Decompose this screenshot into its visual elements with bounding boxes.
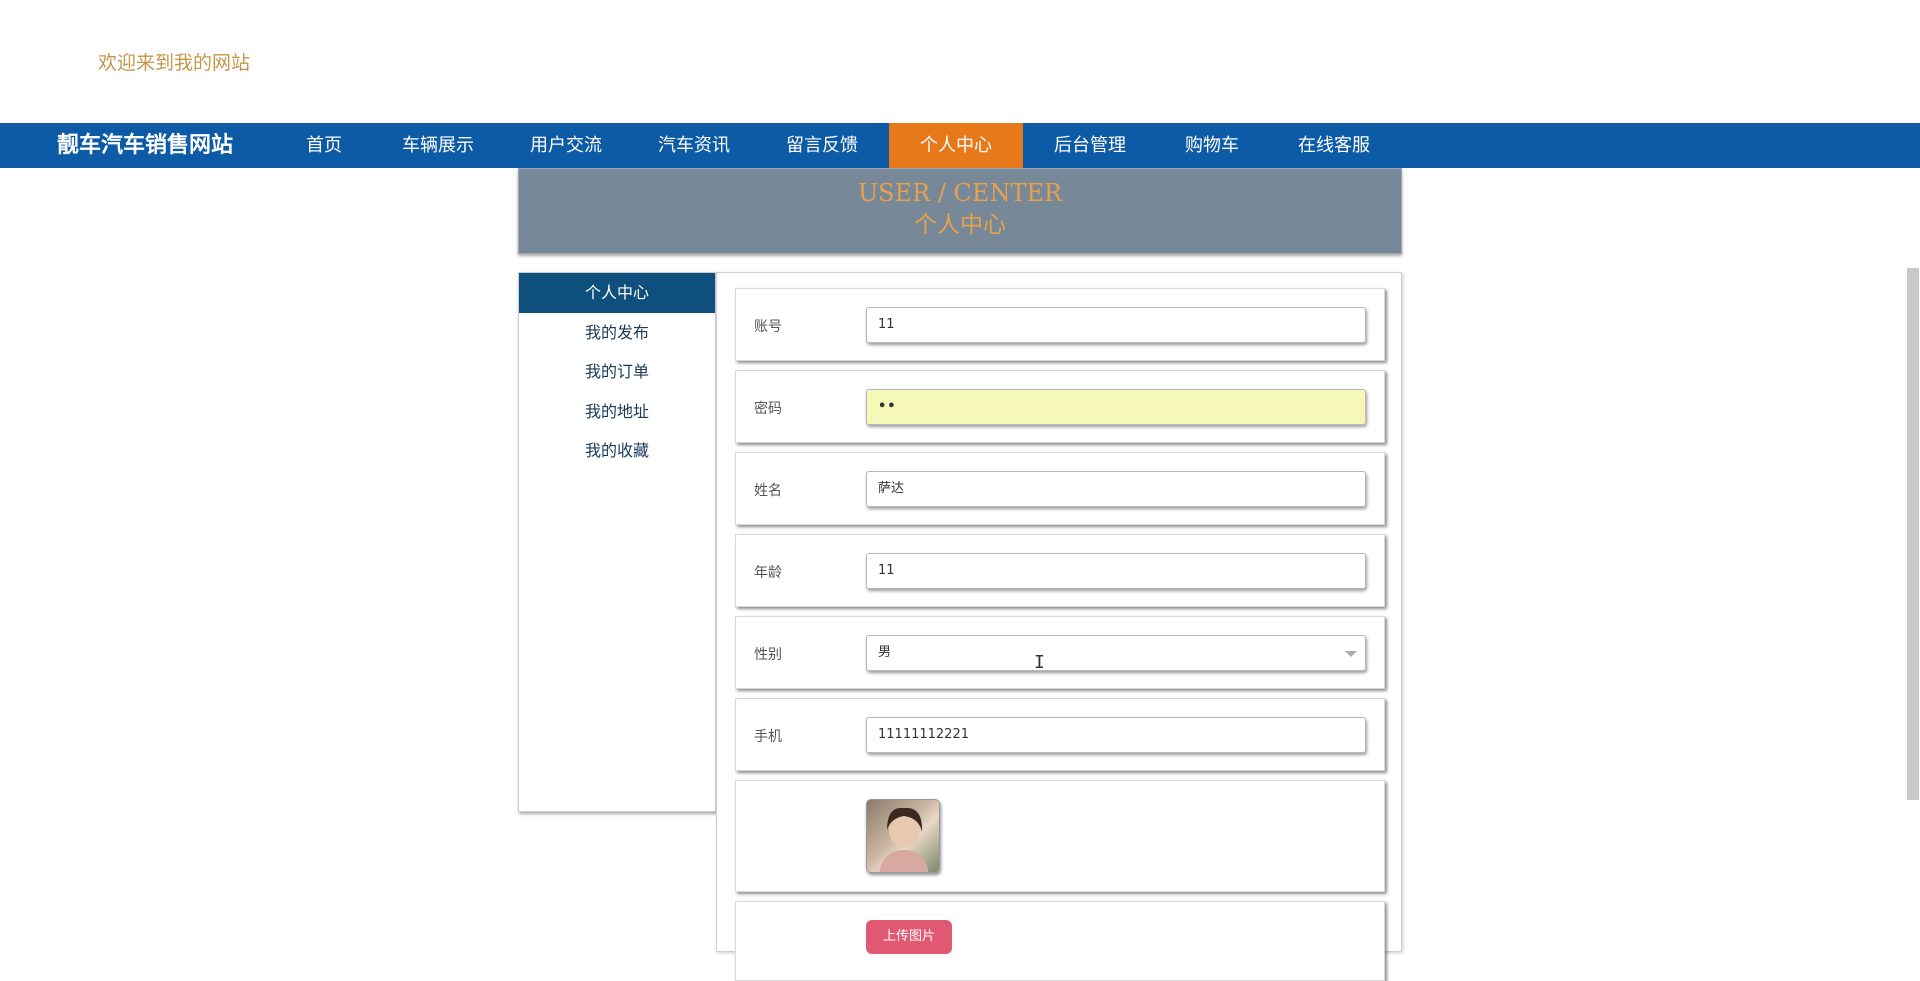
- name-label: 姓名: [754, 483, 782, 499]
- user-sidebar: 个人中心 我的发布 我的订单 我的地址 我的收藏: [518, 272, 716, 812]
- form-row-upload: 上传图片: [735, 901, 1385, 981]
- name-input[interactable]: 萨达: [866, 471, 1366, 507]
- gender-select[interactable]: 男: [866, 635, 1366, 671]
- age-label: 年龄: [754, 565, 782, 581]
- nav-admin[interactable]: 后台管理: [1036, 123, 1144, 168]
- age-input[interactable]: 11: [866, 553, 1366, 589]
- form-row-account: 账号 11: [735, 288, 1385, 361]
- form-row-age: 年龄 11: [735, 534, 1385, 607]
- site-brand[interactable]: 靓车汽车销售网站: [57, 123, 233, 168]
- gender-label: 性别: [754, 647, 782, 663]
- form-row-gender: 性别 男: [735, 616, 1385, 689]
- page-title-banner: USER / CENTER 个人中心: [518, 168, 1402, 254]
- sidebar-item-my-favorites[interactable]: 我的收藏: [519, 431, 715, 471]
- page-title-cn: 个人中心: [914, 212, 1006, 238]
- sidebar-item-my-posts[interactable]: 我的发布: [519, 313, 715, 353]
- form-row-name: 姓名 萨达: [735, 452, 1385, 525]
- avatar[interactable]: [866, 799, 940, 873]
- upload-image-button[interactable]: 上传图片: [866, 920, 952, 954]
- gender-selected-value: 男: [878, 645, 892, 660]
- nav-home[interactable]: 首页: [283, 123, 365, 168]
- nav-cart[interactable]: 购物车: [1164, 123, 1260, 168]
- nav-news[interactable]: 汽车资讯: [640, 123, 748, 168]
- sidebar-item-my-orders[interactable]: 我的订单: [519, 352, 715, 392]
- password-label: 密码: [754, 401, 782, 417]
- page-scrollbar[interactable]: [1907, 268, 1919, 800]
- sidebar-item-user-center[interactable]: 个人中心: [519, 273, 715, 313]
- form-row-password: 密码 ••: [735, 370, 1385, 443]
- nav-feedback[interactable]: 留言反馈: [768, 123, 876, 168]
- page-title-en: USER / CENTER: [857, 179, 1063, 207]
- text-cursor-icon: I: [1034, 652, 1045, 673]
- nav-user-center[interactable]: 个人中心: [889, 123, 1023, 168]
- avatar-photo-icon: [879, 807, 929, 872]
- account-input[interactable]: 11: [866, 307, 1366, 343]
- form-row-avatar: [735, 780, 1385, 892]
- nav-community[interactable]: 用户交流: [512, 123, 620, 168]
- top-navbar: 靓车汽车销售网站 首页 车辆展示 用户交流 汽车资讯 留言反馈 个人中心 后台管…: [0, 123, 1920, 168]
- chevron-down-icon: [1345, 651, 1357, 657]
- sidebar-item-my-address[interactable]: 我的地址: [519, 392, 715, 432]
- form-row-phone: 手机 11111112221: [735, 698, 1385, 771]
- profile-form-panel: 账号 11 密码 •• 姓名 萨达 年龄 11 性别 男 手机 11111112…: [716, 272, 1402, 981]
- phone-label: 手机: [754, 729, 782, 745]
- welcome-text: 欢迎来到我的网站: [98, 52, 251, 74]
- phone-input[interactable]: 11111112221: [866, 717, 1366, 753]
- nav-online-service[interactable]: 在线客服: [1280, 123, 1388, 168]
- account-label: 账号: [754, 319, 782, 335]
- nav-vehicles[interactable]: 车辆展示: [384, 123, 492, 168]
- password-input[interactable]: ••: [866, 389, 1366, 425]
